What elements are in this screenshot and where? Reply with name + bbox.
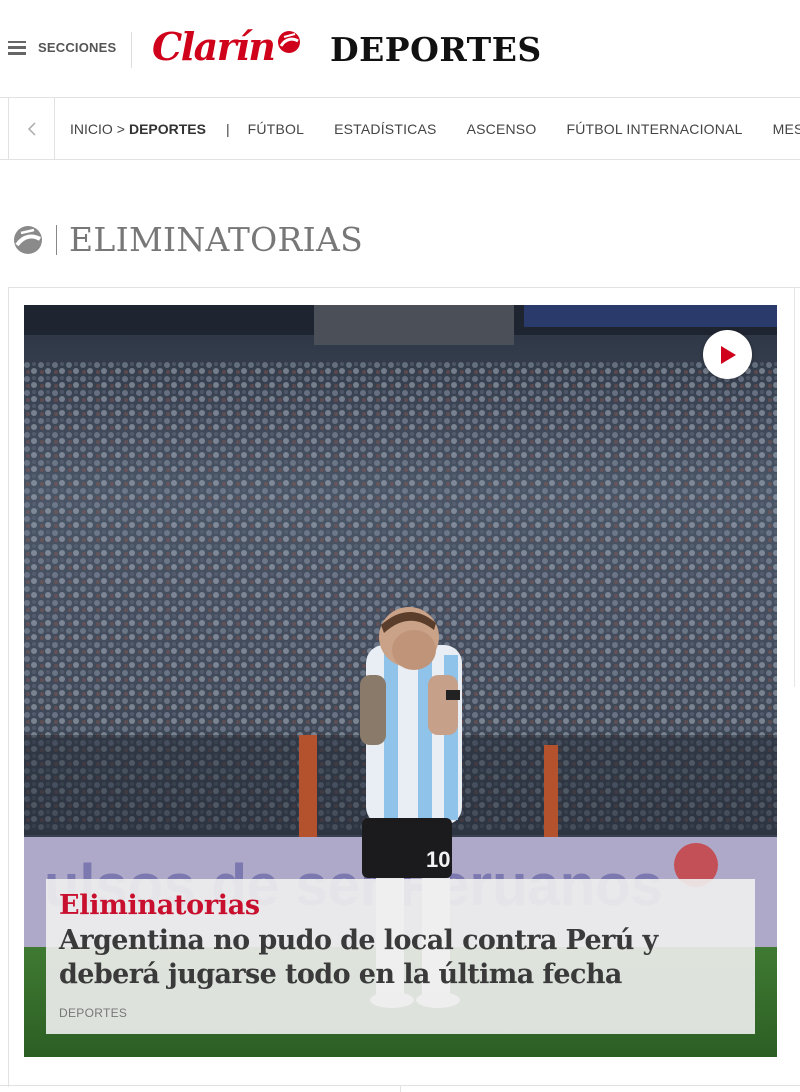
section-name[interactable]: DEPORTES xyxy=(330,30,542,69)
hamburger-icon xyxy=(8,40,26,55)
section-title-text: ELIMINATORIAS xyxy=(69,220,364,259)
nav-link-futbol[interactable]: FÚTBOL xyxy=(248,121,304,137)
nav-divider: | xyxy=(225,120,230,137)
logo-text: Clarín xyxy=(152,24,276,69)
breadcrumb-home[interactable]: INICIO xyxy=(70,121,113,137)
chevron-left-icon xyxy=(27,121,36,136)
right-divider xyxy=(794,287,795,687)
section-nav: INICIO > DEPORTES | FÚTBOL ESTADÍSTICAS … xyxy=(0,98,800,160)
section-title-divider xyxy=(56,224,57,255)
breadcrumb-current: DEPORTES xyxy=(128,120,206,137)
sections-menu-label: SECCIONES xyxy=(38,40,117,55)
section-title: ELIMINATORIAS xyxy=(12,220,363,259)
article-kicker: Eliminatorias xyxy=(59,890,260,921)
nav-back-button[interactable] xyxy=(8,98,55,159)
svg-text:10: 10 xyxy=(426,847,450,872)
play-video-button[interactable] xyxy=(703,330,752,379)
nav-link-estadisticas[interactable]: ESTADÍSTICAS xyxy=(334,121,437,137)
breadcrumb: INICIO > DEPORTES xyxy=(70,121,206,137)
article-category[interactable]: DEPORTES xyxy=(59,1006,742,1020)
clarin-logo-icon xyxy=(14,225,42,254)
nav-link-ascenso[interactable]: ASCENSO xyxy=(467,121,537,137)
nav-items: INICIO > DEPORTES | FÚTBOL ESTADÍSTICAS … xyxy=(70,98,800,159)
nav-link-futbol-internacional[interactable]: FÚTBOL INTERNACIONAL xyxy=(566,121,742,137)
nav-link-messi[interactable]: MESS xyxy=(773,121,800,137)
article-headline[interactable]: Argentina no pudo de local contra Perú y… xyxy=(59,924,742,992)
play-icon xyxy=(720,345,736,364)
clarin-logo[interactable]: Clarín xyxy=(152,24,302,69)
site-header: SECCIONES Clarín DEPORTES xyxy=(0,0,800,98)
sections-menu-button[interactable]: SECCIONES xyxy=(8,40,116,55)
breadcrumb-separator: > xyxy=(116,120,125,137)
featured-caption[interactable]: Eliminatorias Argentina no pudo de local… xyxy=(46,879,755,1034)
clarin-mark-icon xyxy=(278,30,301,53)
header-divider xyxy=(131,32,132,68)
bottom-column-divider xyxy=(400,1085,401,1092)
